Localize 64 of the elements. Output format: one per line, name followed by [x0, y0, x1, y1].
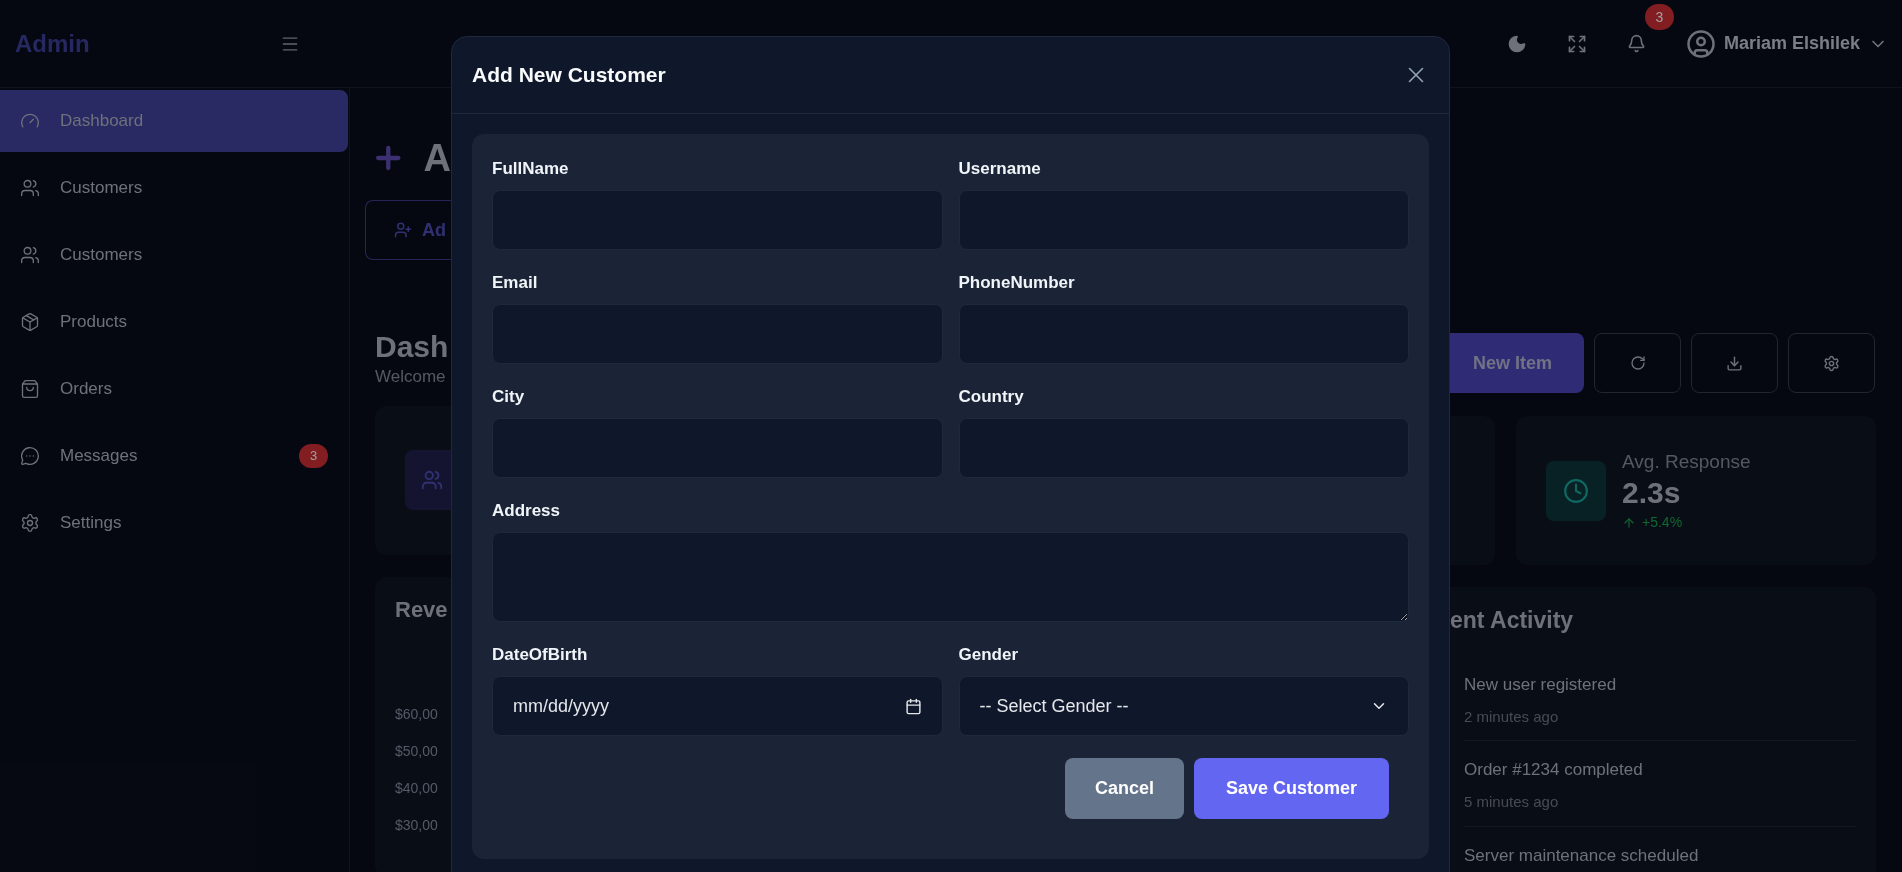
axis-label: $60,00 — [395, 704, 439, 724]
refresh-icon — [1629, 355, 1646, 371]
modal-title: Add New Customer — [472, 62, 666, 89]
sidebar-item[interactable]: Orders — [0, 358, 348, 420]
user-plus-icon — [394, 221, 412, 239]
field-label: Country — [958, 386, 1025, 408]
field-label: PhoneNumber — [958, 272, 1076, 294]
axis-label: $30,00 — [395, 815, 439, 835]
user-menu[interactable]: Mariam Elshilek — [1685, 28, 1888, 59]
activity-title: Server maintenance scheduled — [1464, 844, 1700, 867]
axis-label: $40,00 — [395, 778, 439, 798]
box-icon — [20, 312, 40, 332]
count-badge: 3 — [299, 444, 328, 468]
settings-icon — [20, 513, 40, 533]
new-item-button[interactable]: New Item — [1450, 333, 1584, 393]
stat-change: +5.4% — [1642, 513, 1683, 533]
arrow-up-icon — [1622, 515, 1636, 530]
avatar-icon — [1685, 28, 1716, 59]
sidebar-item[interactable]: Messages 3 — [0, 425, 348, 487]
users-icon — [20, 245, 40, 265]
users-icon — [20, 178, 40, 198]
card-title: Reve — [395, 595, 449, 624]
sidebar-item[interactable]: Settings — [0, 492, 348, 554]
field-label: Gender — [958, 644, 1020, 666]
stat-value: 2.3s — [1622, 476, 1682, 511]
field-label: DateOfBirth — [492, 644, 589, 666]
field-label: Username — [958, 158, 1042, 180]
card-title: ent Activity — [1450, 606, 1575, 635]
bell-icon — [1626, 34, 1646, 53]
axis-label: $50,00 — [395, 741, 439, 761]
notification-badge: 3 — [1644, 4, 1674, 30]
sidebar-item[interactable]: Products — [0, 291, 348, 353]
bag-icon — [20, 379, 40, 399]
clock-icon — [1563, 477, 1589, 504]
activity-title: Order #1234 completed — [1464, 759, 1644, 781]
download-icon — [1726, 354, 1743, 372]
download-button[interactable] — [1691, 333, 1778, 393]
moon-icon[interactable] — [1506, 33, 1527, 54]
field-label: City — [492, 386, 526, 408]
settings-button[interactable] — [1788, 333, 1875, 393]
activity-title: New user registered — [1464, 673, 1618, 696]
activity-time: 5 minutes ago — [1464, 792, 1560, 812]
field-label: Email — [492, 272, 539, 294]
sidebar-item[interactable]: Customers — [0, 224, 348, 286]
activity-time: 2 minutes ago — [1464, 706, 1560, 727]
calendar-icon[interactable] — [904, 697, 922, 715]
save-button[interactable]: Save Customer — [1193, 758, 1389, 819]
page-title: A — [423, 135, 451, 181]
dashboard-heading: Dash — [374, 330, 450, 364]
welcome-text: Welcome — [374, 366, 447, 388]
field-label: FullName — [492, 158, 570, 180]
sidebar-item[interactable]: Customers — [0, 157, 348, 219]
sidebar-item[interactable]: Dashboard — [0, 90, 348, 152]
refresh-button[interactable] — [1594, 333, 1681, 393]
date-field[interactable]: mm/dd/yyyy — [492, 676, 943, 736]
users-icon — [421, 469, 443, 491]
field-label: Address — [492, 500, 562, 522]
settings-icon — [1823, 354, 1840, 372]
expand-icon[interactable] — [1566, 33, 1587, 54]
stat-label: Avg. Response — [1622, 449, 1751, 474]
gender-select[interactable]: -- Select Gender -- — [958, 676, 1409, 736]
cancel-button[interactable]: Cancel — [1064, 758, 1184, 819]
text-area[interactable] — [492, 532, 1409, 622]
chat-icon — [20, 446, 40, 466]
